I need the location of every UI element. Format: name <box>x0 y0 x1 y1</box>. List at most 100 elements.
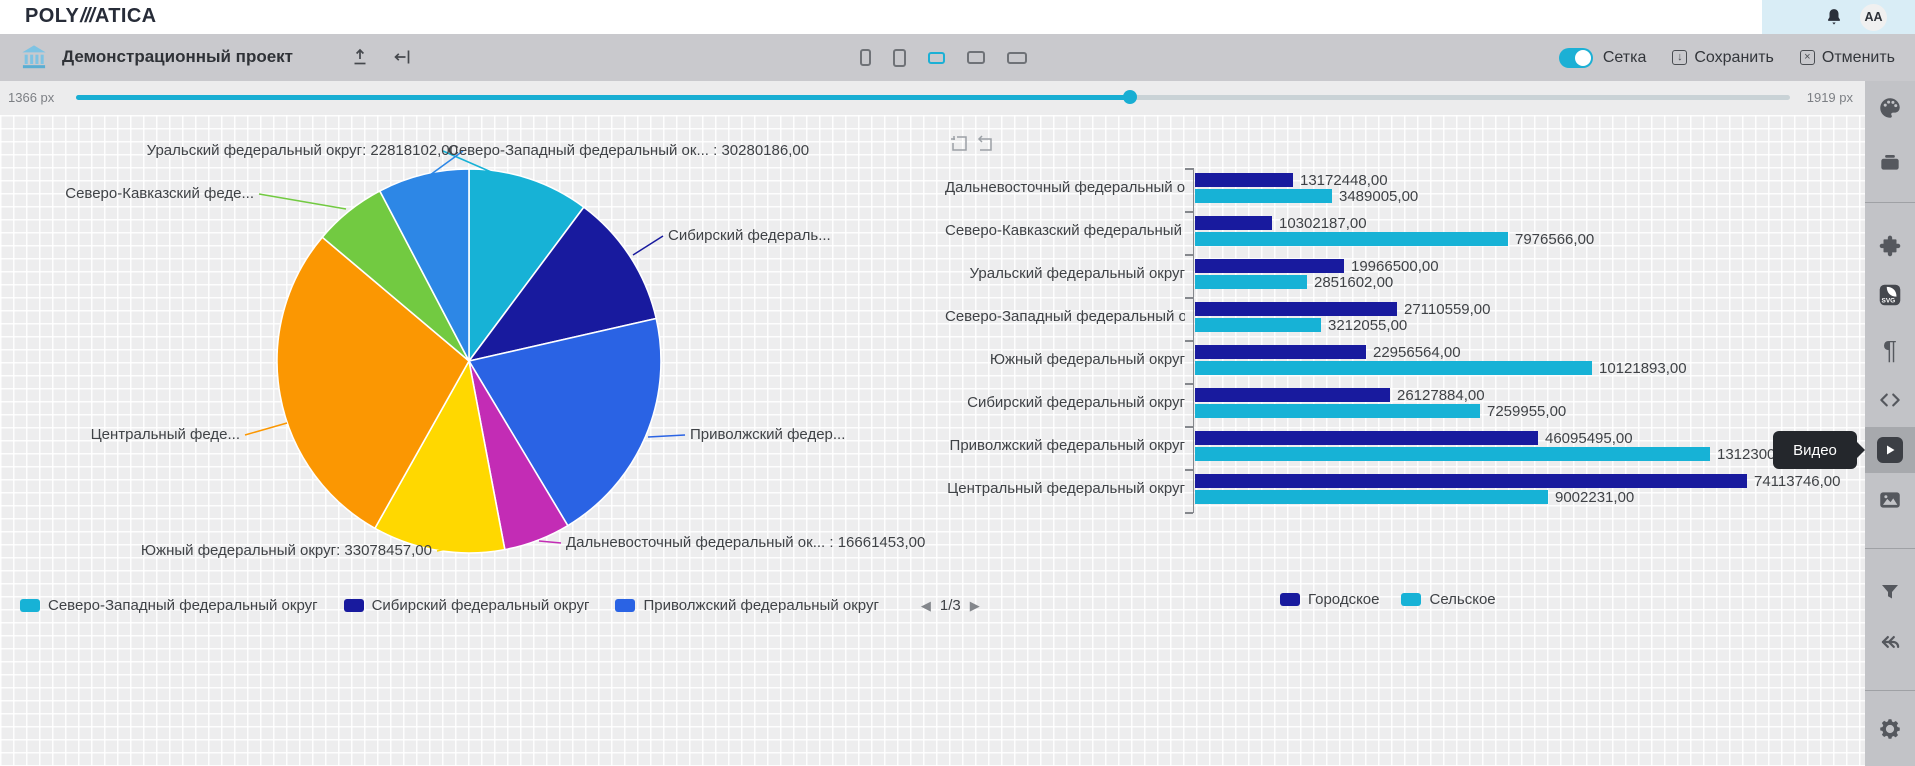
chart-frame-undo-icon[interactable] <box>976 135 994 153</box>
sidebar-svg-icon[interactable]: SVG <box>1865 272 1915 318</box>
device-phone-icon[interactable] <box>860 49 871 66</box>
bar-legend-item[interactable]: Городское <box>1280 591 1379 608</box>
pie-callout-label: Сибирский федераль... <box>668 227 831 244</box>
legend-page-indicator: 1/3 <box>940 597 961 614</box>
legend-prev-icon[interactable]: ◀ <box>921 599 931 612</box>
pie-callout-leader <box>259 194 346 209</box>
bar-value-label: 19966500,00 <box>1351 259 1439 273</box>
bar-value-label: 3212055,00 <box>1328 318 1407 332</box>
bar-value-label: 7976566,00 <box>1515 232 1594 246</box>
sidebar-container-icon[interactable] <box>1865 139 1915 185</box>
polymatica-logo: POLY///ATICA <box>25 5 157 28</box>
bar-rural[interactable] <box>1195 232 1508 246</box>
bar-category-label: Приволжский федеральный округ <box>945 431 1185 461</box>
legend-swatch <box>615 599 635 612</box>
sidebar-palette-icon[interactable] <box>1865 85 1915 131</box>
bar-rural[interactable] <box>1195 318 1321 332</box>
bar-value-label: 10302187,00 <box>1279 216 1367 230</box>
pie-callout-label: Дальневосточный федеральный ок... : 1666… <box>566 534 925 551</box>
pie-callout-leader <box>245 423 287 435</box>
widget-sidebar: SVG ¶ <box>1865 78 1915 766</box>
sidebar-plugin-icon[interactable] <box>1865 224 1915 270</box>
width-slider-thumb[interactable] <box>1123 90 1137 104</box>
device-widescreen-icon[interactable] <box>1007 52 1027 64</box>
sidebar-undo-all-icon[interactable] <box>1865 619 1915 665</box>
bar-category-label: Дальневосточный федеральный ок... <box>945 173 1185 203</box>
legend-swatch <box>344 599 364 612</box>
bar-urban[interactable] <box>1195 345 1366 359</box>
sidebar-text-paragraph-icon[interactable]: ¶ <box>1865 327 1915 373</box>
bar-value-label: 10121893,00 <box>1599 361 1687 375</box>
bar-category-label: Центральный федеральный округ <box>945 474 1185 504</box>
bar-axis-tick <box>1185 297 1193 299</box>
slider-max-label: 1919 px <box>1807 90 1853 105</box>
bar-legend-item[interactable]: Сельское <box>1401 591 1495 608</box>
publish-icon[interactable] <box>350 47 370 67</box>
device-desktop-icon[interactable] <box>967 51 985 64</box>
pie-callout-label: Южный федеральный округ: 33078457,00 <box>141 542 432 559</box>
bar-urban[interactable] <box>1195 431 1538 445</box>
bar-rural[interactable] <box>1195 189 1332 203</box>
pie-legend-item[interactable]: Приволжский федеральный округ <box>615 597 878 614</box>
pie-legend: Северо-Западный федеральный округ Сибирс… <box>20 597 980 614</box>
bar-legend: Городское Сельское <box>1280 591 1496 608</box>
cancel-button[interactable]: × Отменить <box>1800 49 1895 67</box>
bar-urban[interactable] <box>1195 474 1747 488</box>
pie-callout-label: Центральный феде... <box>91 426 240 443</box>
bar-axis-tick <box>1185 383 1193 385</box>
legend-next-icon[interactable]: ▶ <box>970 599 980 612</box>
pie-legend-item[interactable]: Сибирский федеральный округ <box>344 597 590 614</box>
grid-toggle-label: Сетка <box>1603 49 1647 67</box>
video-play-icon <box>1877 437 1903 463</box>
pie-legend-item[interactable]: Северо-Западный федеральный округ <box>20 597 318 614</box>
bar-rural[interactable] <box>1195 447 1710 461</box>
bar-rural[interactable] <box>1195 490 1548 504</box>
width-slider-track[interactable] <box>76 95 1790 100</box>
save-button[interactable]: ↓ Сохранить <box>1672 49 1774 67</box>
bar-category-label: Уральский федеральный округ <box>945 259 1185 289</box>
video-tooltip: Видео <box>1773 431 1857 469</box>
chart-frame-add-icon[interactable] <box>950 135 968 153</box>
bar-value-label: 22956564,00 <box>1373 345 1461 359</box>
bar-axis-tick <box>1185 168 1193 170</box>
bar-axis-tick <box>1185 254 1193 256</box>
width-slider-fill <box>76 95 1130 100</box>
viewport-width-slider-row: 1366 px 1919 px <box>0 81 1865 115</box>
bar-urban[interactable] <box>1195 216 1272 230</box>
project-toolbar: Демонстрационный проект Сетка ↓ Сохранит… <box>0 34 1915 81</box>
bar-rural[interactable] <box>1195 404 1480 418</box>
bar-urban[interactable] <box>1195 259 1344 273</box>
user-avatar[interactable]: AA <box>1860 4 1887 31</box>
sidebar-divider <box>1865 202 1915 203</box>
sidebar-image-icon[interactable] <box>1865 477 1915 523</box>
bar-axis-tick <box>1185 469 1193 471</box>
bar-axis-tick <box>1185 340 1193 342</box>
pie-callout-leader <box>633 236 663 255</box>
sidebar-filter-icon[interactable] <box>1865 569 1915 615</box>
bar-axis-tick <box>1185 211 1193 213</box>
collapse-panel-icon[interactable] <box>392 47 412 67</box>
project-bank-icon <box>20 43 48 71</box>
device-laptop-icon-selected[interactable] <box>928 52 945 64</box>
sidebar-divider <box>1865 548 1915 549</box>
sidebar-code-icon[interactable] <box>1865 377 1915 423</box>
bar-rural[interactable] <box>1195 361 1592 375</box>
notifications-bell-icon[interactable] <box>1824 6 1844 28</box>
bar-urban[interactable] <box>1195 173 1293 187</box>
toolbar-actions: Сетка ↓ Сохранить × Отменить <box>1559 34 1895 81</box>
header-user-area: AA <box>1762 0 1915 34</box>
bar-urban[interactable] <box>1195 302 1397 316</box>
bar-urban[interactable] <box>1195 388 1390 402</box>
pie-callout-leader <box>539 541 561 543</box>
device-tablet-icon[interactable] <box>893 49 906 67</box>
bar-value-label: 2851602,00 <box>1314 275 1393 289</box>
bar-value-label: 27110559,00 <box>1404 302 1490 316</box>
grid-toggle[interactable] <box>1559 48 1593 68</box>
bar-axis <box>1193 168 1194 513</box>
bar-rural[interactable] <box>1195 275 1307 289</box>
bar-axis-tick <box>1185 426 1193 428</box>
bar-category-label: Северо-Кавказский федеральный ... <box>945 216 1185 246</box>
sidebar-settings-gear-icon[interactable] <box>1865 706 1915 752</box>
bar-axis-tick <box>1185 512 1193 514</box>
save-icon: ↓ <box>1672 50 1687 65</box>
